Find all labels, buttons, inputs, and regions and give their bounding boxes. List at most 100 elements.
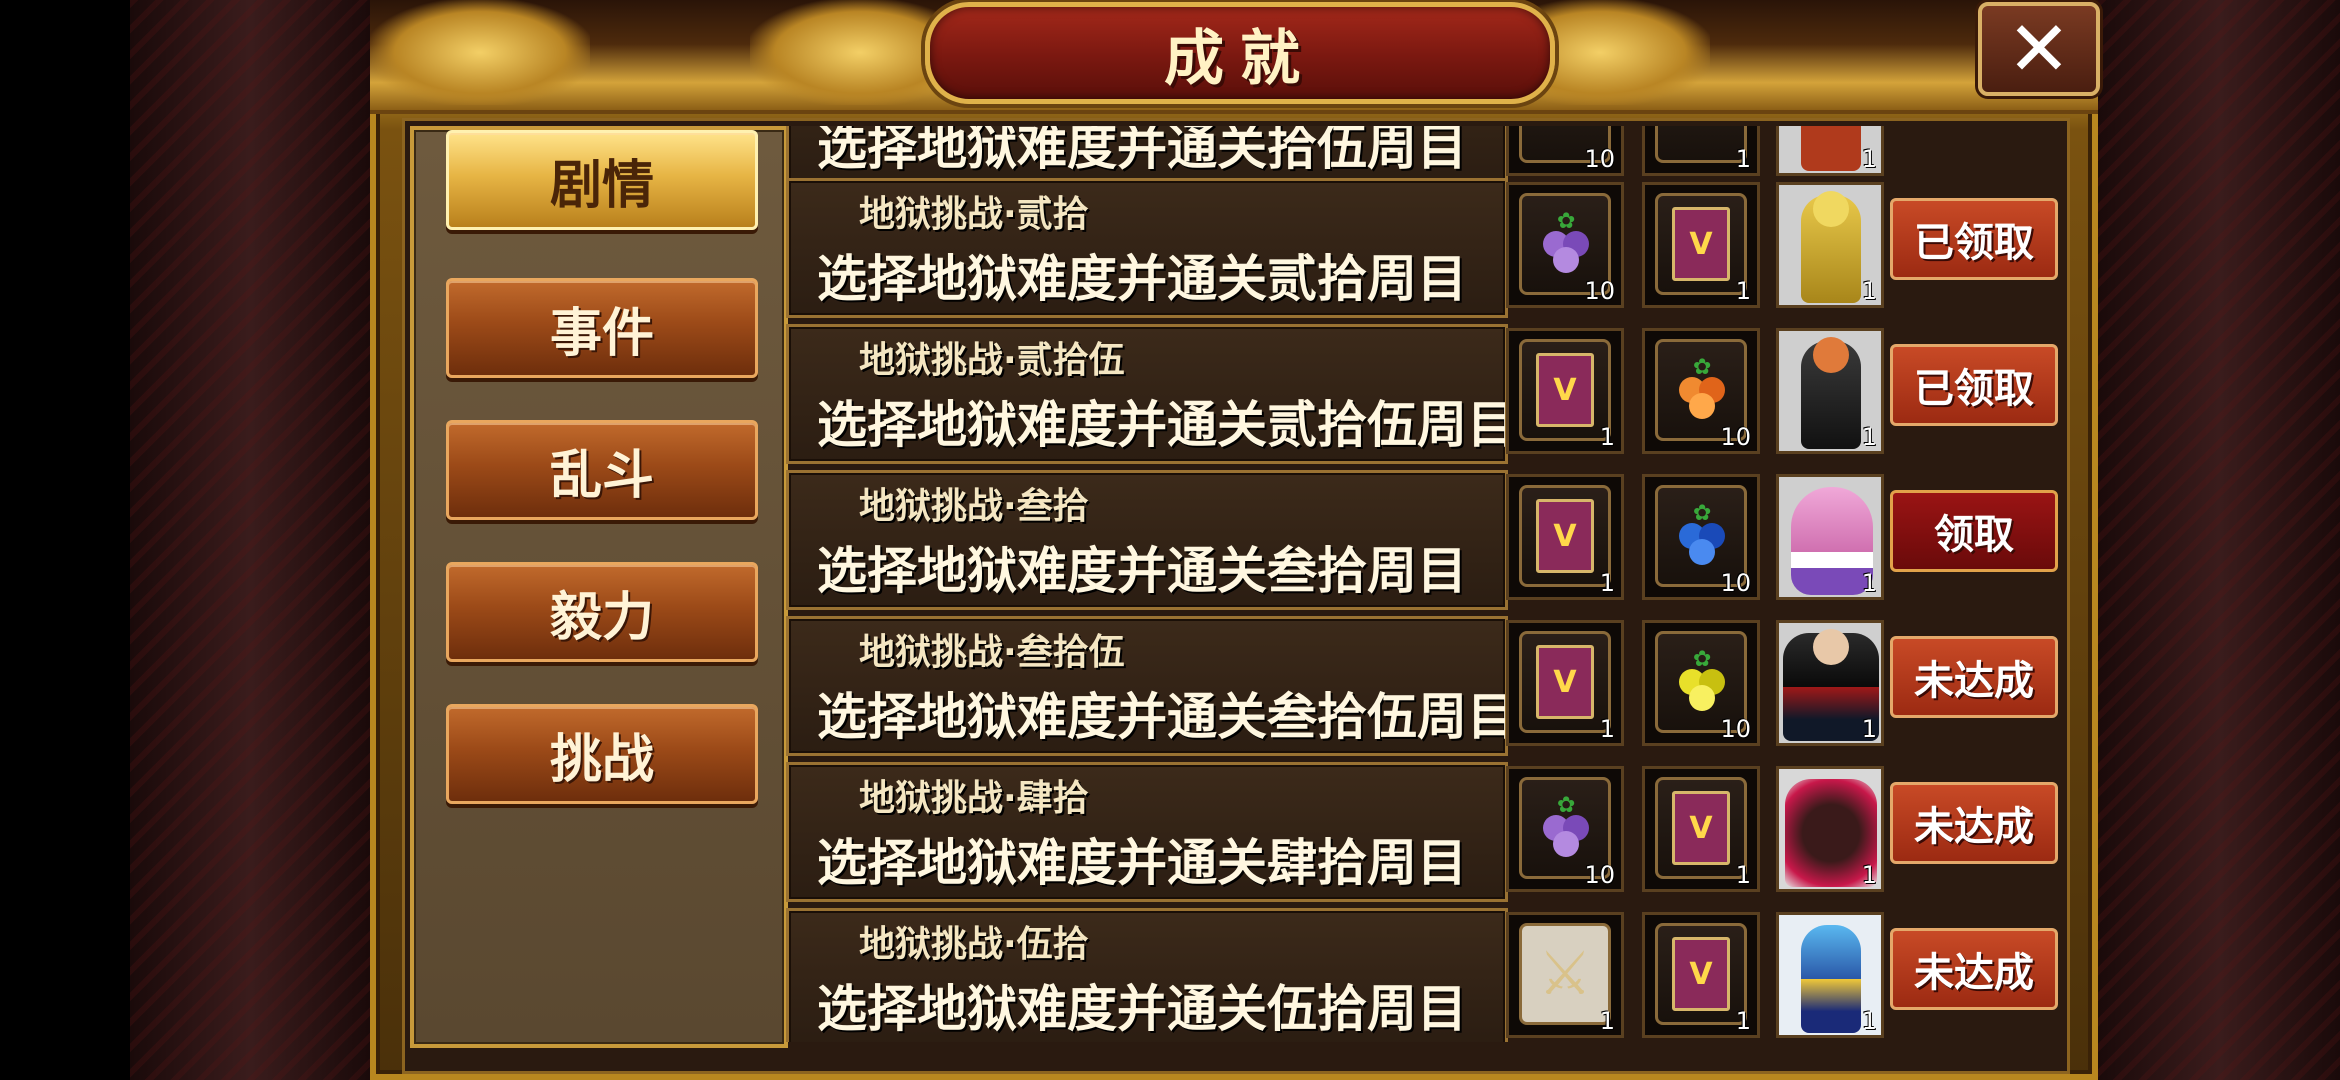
reward-slot[interactable]: ✿ 10 <box>1642 620 1760 746</box>
achievement-row: 选择地狱难度并通关拾伍周目 10 1 1 <box>786 126 2058 186</box>
book-cover: V <box>1672 937 1730 1011</box>
character-head <box>1813 191 1849 227</box>
character-portrait[interactable]: 1 <box>1776 766 1884 892</box>
category-sidebar: 剧情 事件 乱斗 毅力 挑战 <box>410 126 788 1048</box>
reward-button[interactable]: 未达成 <box>1890 928 2058 1010</box>
reward-slot[interactable]: ✿ 10 <box>1642 474 1760 600</box>
character-portrait[interactable]: 1 <box>1776 620 1884 746</box>
fruit-stem: ✿ <box>1693 501 1712 526</box>
crossed-weapons-icon: ⚔ <box>1519 923 1611 1025</box>
reward-count: 1 <box>1735 277 1751 305</box>
tab-event[interactable]: 事件 <box>446 278 758 378</box>
achievement-title: 地狱挑战·叁拾伍 <box>859 632 1125 673</box>
achievement-text-box: 地狱挑战·肆拾 选择地狱难度并通关肆拾周目 <box>786 762 1508 902</box>
achievement-row: 地狱挑战·肆拾 选择地狱难度并通关肆拾周目 ✿ 10 V 1 1 未达成 <box>786 762 2058 902</box>
reward-button[interactable]: 已领取 <box>1890 198 2058 280</box>
reward-button-label: 未达成 <box>1914 950 2034 996</box>
reward-count: 10 <box>1720 569 1751 597</box>
reward-button[interactable]: 未达成 <box>1890 782 2058 864</box>
character-count: 1 <box>1861 569 1877 597</box>
achievement-desc: 选择地狱难度并通关拾伍周目 <box>817 126 1467 176</box>
fruit-stem: ✿ <box>1557 793 1576 818</box>
book-icon: V <box>1519 485 1611 587</box>
achievement-desc: 选择地狱难度并通关叁拾周目 <box>817 542 1467 600</box>
book-icon <box>1655 126 1747 163</box>
fruit-stem: ✿ <box>1557 209 1576 234</box>
tab-brawl-label: 乱斗 <box>549 445 654 506</box>
book-cover: V <box>1672 791 1730 865</box>
tab-challenge[interactable]: 挑战 <box>446 704 758 804</box>
character-portrait[interactable]: 1 <box>1776 328 1884 454</box>
reward-count: 10 <box>1720 715 1751 743</box>
tab-story[interactable]: 剧情 <box>446 130 758 230</box>
fruit-berry <box>1689 685 1715 711</box>
tab-perseverance[interactable]: 毅力 <box>446 562 758 662</box>
reward-slot[interactable]: 10 <box>1506 126 1624 176</box>
reward-slot[interactable]: V 1 <box>1506 328 1624 454</box>
fruit-berry <box>1689 393 1715 419</box>
achievement-text-box: 地狱挑战·贰拾 选择地狱难度并通关贰拾周目 <box>786 178 1508 318</box>
reward-button[interactable]: 已领取 <box>1890 344 2058 426</box>
character-portrait[interactable]: 1 <box>1776 182 1884 308</box>
character-head <box>1813 337 1849 373</box>
achievement-title: 地狱挑战·肆拾 <box>859 778 1089 819</box>
close-button[interactable]: ✕ <box>1978 2 2100 96</box>
achievement-text-box: 地狱挑战·贰拾伍 选择地狱难度并通关贰拾伍周目 <box>786 324 1508 464</box>
achievement-title: 地狱挑战·叁拾 <box>859 486 1089 527</box>
background-right <box>2098 0 2340 1080</box>
reward-button-label: 已领取 <box>1914 366 2034 412</box>
fruit-stem: ✿ <box>1693 647 1712 672</box>
book-icon: V <box>1655 777 1747 879</box>
fruit-cluster: ✿ <box>1535 793 1595 859</box>
reward-button[interactable]: 未达成 <box>1890 636 2058 718</box>
reward-count: 10 <box>1720 423 1751 451</box>
achievement-desc: 选择地狱难度并通关肆拾周目 <box>817 834 1467 892</box>
reward-count: 10 <box>1584 861 1615 889</box>
character-portrait[interactable]: 1 <box>1776 912 1884 1038</box>
reward-slot[interactable]: ⚔ 1 <box>1506 912 1624 1038</box>
reward-count: 10 <box>1584 145 1615 173</box>
tab-challenge-label: 挑战 <box>549 729 654 790</box>
reward-button-label: 未达成 <box>1914 658 2034 704</box>
fruit-cluster: ✿ <box>1671 501 1731 567</box>
reward-count: 1 <box>1599 1007 1615 1035</box>
reward-slot[interactable]: V 1 <box>1506 474 1624 600</box>
fruit-cluster: ✿ <box>1535 209 1595 275</box>
character-head <box>1813 629 1849 665</box>
reward-slot[interactable]: ✿ 10 <box>1506 182 1624 308</box>
achievement-row: 地狱挑战·叁拾伍 选择地狱难度并通关叁拾伍周目 V 1 ✿ 10 1 未达成 <box>786 616 2058 756</box>
fruit-berry <box>1553 247 1579 273</box>
title-plate: 成就 <box>925 2 1555 104</box>
achievement-row: 地狱挑战·伍拾 选择地狱难度并通关伍拾周目 ⚔ 1 V 1 1 未达成 <box>786 908 2058 1042</box>
pink-buu-character <box>1791 487 1873 595</box>
reward-slot[interactable]: V 1 <box>1642 766 1760 892</box>
reward-count: 1 <box>1599 715 1615 743</box>
character-count: 1 <box>1861 423 1877 451</box>
achievement-list[interactable]: 选择地狱难度并通关拾伍周目 10 1 1 地狱挑战·贰拾 选择地狱难度并通关贰拾… <box>786 126 2058 1042</box>
book-cover: V <box>1536 499 1594 573</box>
character-portrait[interactable]: 1 <box>1776 474 1884 600</box>
tab-brawl[interactable]: 乱斗 <box>446 420 758 520</box>
achievement-text-box: 地狱挑战·叁拾 选择地狱难度并通关叁拾周目 <box>786 470 1508 610</box>
reward-count: 1 <box>1735 861 1751 889</box>
reward-button-label: 已领取 <box>1914 220 2034 266</box>
claim-button[interactable]: 领取 <box>1890 490 2058 572</box>
character-count: 1 <box>1861 277 1877 305</box>
blue-hair-character <box>1801 925 1861 1033</box>
character-portrait[interactable]: 1 <box>1776 126 1884 176</box>
reward-count: 1 <box>1599 423 1615 451</box>
tab-event-label: 事件 <box>549 303 654 364</box>
reward-count: 1 <box>1599 569 1615 597</box>
reward-slot[interactable]: V 1 <box>1642 912 1760 1038</box>
reward-slot[interactable]: 1 <box>1642 126 1760 176</box>
reward-slot[interactable]: V 1 <box>1642 182 1760 308</box>
book-cover: V <box>1536 645 1594 719</box>
reward-slot[interactable]: V 1 <box>1506 620 1624 746</box>
book-icon: V <box>1655 193 1747 295</box>
reward-slot[interactable]: ✿ 10 <box>1506 766 1624 892</box>
achievement-row: 地狱挑战·贰拾 选择地狱难度并通关贰拾周目 ✿ 10 V 1 1 已领取 <box>786 178 2058 318</box>
reward-count: 1 <box>1735 1007 1751 1035</box>
close-icon: ✕ <box>2007 4 2071 93</box>
reward-slot[interactable]: ✿ 10 <box>1642 328 1760 454</box>
achievement-text-box: 地狱挑战·伍拾 选择地狱难度并通关伍拾周目 <box>786 908 1508 1042</box>
